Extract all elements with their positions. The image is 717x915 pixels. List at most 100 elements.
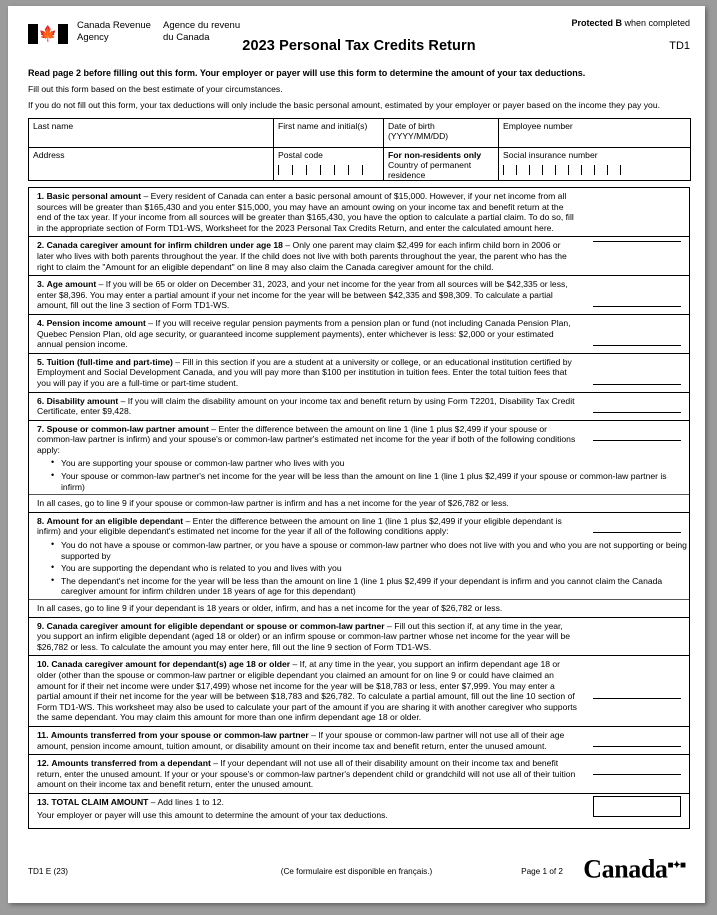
section-10: 10. Canada caregiver amount for dependan… xyxy=(29,656,689,727)
postal-code-label: Postal code xyxy=(278,150,323,160)
section-7-number: 7. xyxy=(37,423,45,434)
sin-label: Social insurance number xyxy=(503,150,598,160)
section-8-text: 8. Amount for an eligible dependant – En… xyxy=(29,515,584,538)
section-12-title: Amounts transferred from a dependant xyxy=(51,758,211,769)
section-5-number: 5. xyxy=(37,356,45,367)
section-7-title: Spouse or common-law partner amount xyxy=(46,423,209,434)
section-7: 7. Spouse or common-law partner amount –… xyxy=(29,421,689,496)
section-4-number: 4. xyxy=(37,317,45,328)
section-11-text: 11. Amounts transferred from your spouse… xyxy=(29,729,584,752)
first-name-label: First name and initial(s) xyxy=(278,121,368,131)
list-item: Your spouse or common-law partner's net … xyxy=(51,470,689,492)
section-13-number: 13. xyxy=(37,796,49,807)
section-6: 6. Disability amount – If you will claim… xyxy=(29,393,689,421)
section-9-text: 9. Canada caregiver amount for eligible … xyxy=(29,620,584,654)
section-7-text: 7. Spouse or common-law partner amount –… xyxy=(29,423,584,457)
section-11: 11. Amounts transferred from your spouse… xyxy=(29,727,689,756)
section-4: 4. Pension income amount – If you will r… xyxy=(29,315,689,354)
section-4-answer-line[interactable] xyxy=(593,344,681,346)
section-13-text: 13. TOTAL CLAIM AMOUNT – Add lines 1 to … xyxy=(29,796,584,809)
section-12-answer-line[interactable] xyxy=(593,774,681,776)
date-of-birth-field[interactable]: Date of birth (YYYY/MM/DD) xyxy=(383,118,499,148)
date-of-birth-label: Date of birth (YYYY/MM/DD) xyxy=(388,121,449,141)
sin-slots[interactable] xyxy=(503,164,687,175)
list-item: You are supporting the dependant who is … xyxy=(51,562,689,574)
protected-b-suffix: when completed xyxy=(621,18,690,28)
employee-number-field[interactable]: Employee number xyxy=(498,118,691,148)
section-9: 9. Canada caregiver amount for eligible … xyxy=(29,618,689,657)
section-6-number: 6. xyxy=(37,395,45,406)
section-7-bullets: You are supporting your spouse or common… xyxy=(29,458,689,492)
postal-code-field[interactable]: Postal code xyxy=(273,147,384,181)
document-sheet: 🍁 Canada Revenue Agency Agence du revenu… xyxy=(8,6,705,903)
section-3: 3. Age amount – If you will be 65 or old… xyxy=(29,276,689,315)
section-2-text: 2. Canada caregiver amount for infirm ch… xyxy=(29,239,584,273)
section-3-title: Age amount xyxy=(46,279,97,290)
lead-instruction-bold: Read page 2 before filling out this form… xyxy=(28,68,586,78)
section-3-body: – If you will be 65 or older on December… xyxy=(37,279,568,311)
section-2-number: 2. xyxy=(37,240,45,251)
employee-number-label: Employee number xyxy=(503,121,573,131)
claim-sections-box: 1. Basic personal amount – Every residen… xyxy=(28,187,690,829)
lead-instruction-2: If you do not fill out this form, your t… xyxy=(28,100,660,110)
section-13-title: TOTAL CLAIM AMOUNT xyxy=(51,796,149,807)
section-1-number: 1. xyxy=(37,191,45,201)
section-10-answer-line[interactable] xyxy=(593,698,681,700)
section-11-answer-line[interactable] xyxy=(593,745,681,747)
section-10-text: 10. Canada caregiver amount for dependan… xyxy=(29,658,584,724)
section-8-answer-line[interactable] xyxy=(593,531,681,533)
section-4-text: 4. Pension income amount – If you will r… xyxy=(29,317,584,351)
identity-row-2: Address Postal code For non-residents on… xyxy=(28,147,691,181)
page-number: Page 1 of 2 xyxy=(521,867,563,876)
section-5-answer-line[interactable] xyxy=(593,383,681,385)
section-3-text: 3. Age amount – If you will be 65 or old… xyxy=(29,278,584,312)
section-3-answer-line[interactable] xyxy=(593,306,681,308)
section-10-number: 10. xyxy=(37,659,49,670)
section-8-note-text: In all cases, go to line 9 if your depen… xyxy=(37,603,503,613)
section-7-note: In all cases, go to line 9 if your spous… xyxy=(29,495,689,513)
section-13-subtext: Your employer or payer will use this amo… xyxy=(37,809,388,820)
identity-row-1: Last name First name and initial(s) Date… xyxy=(28,118,691,148)
canada-wordmark-text: Canada xyxy=(583,854,668,884)
section-10-title: Canada caregiver amount for dependant(s)… xyxy=(51,659,291,670)
section-8-bullets: You do not have a spouse or common-law p… xyxy=(29,539,689,597)
section-7-answer-line[interactable] xyxy=(593,439,681,441)
list-item: You are supporting your spouse or common… xyxy=(51,458,689,469)
last-name-field[interactable]: Last name xyxy=(28,118,274,148)
list-item: The dependant's net income for the year … xyxy=(51,575,689,597)
section-5-title: Tuition (full-time and part-time) xyxy=(46,356,173,367)
section-9-title: Canada caregiver amount for eligible dep… xyxy=(46,620,385,631)
sin-field[interactable]: Social insurance number xyxy=(498,147,691,181)
section-6-text: 6. Disability amount – If you will claim… xyxy=(29,395,584,418)
section-9-number: 9. xyxy=(37,620,45,631)
section-3-number: 3. xyxy=(37,279,45,290)
canada-wordmark: Canada■✦■ xyxy=(583,851,686,885)
section-6-answer-line[interactable] xyxy=(593,411,681,413)
section-13: 13. TOTAL CLAIM AMOUNT – Add lines 1 to … xyxy=(29,794,689,828)
address-field[interactable]: Address xyxy=(28,147,274,181)
section-6-title: Disability amount xyxy=(46,395,119,406)
section-2-title: Canada caregiver amount for infirm child… xyxy=(46,240,283,251)
document-header: 🍁 Canada Revenue Agency Agence du revenu… xyxy=(28,18,690,62)
protected-b-label: Protected B when completed xyxy=(571,18,690,28)
postal-code-slots[interactable] xyxy=(278,164,380,175)
document-inner: 🍁 Canada Revenue Agency Agence du revenu… xyxy=(28,18,691,829)
page-root: 🍁 Canada Revenue Agency Agence du revenu… xyxy=(0,0,717,915)
section-7-note-text: In all cases, go to line 9 if your spous… xyxy=(37,498,509,509)
section-1-title: Basic personal amount xyxy=(46,191,142,201)
non-residents-field[interactable]: For non-residents only Country of perman… xyxy=(383,147,499,181)
section-1-text: 1. Basic personal amount – Every residen… xyxy=(29,190,584,234)
first-name-field[interactable]: First name and initial(s) xyxy=(273,118,384,148)
identity-table: Last name First name and initial(s) Date… xyxy=(28,118,691,181)
section-11-number: 11. xyxy=(37,729,49,740)
protected-b-bold: Protected B xyxy=(571,18,622,28)
section-4-title: Pension income amount xyxy=(46,317,146,328)
page-title: 2023 Personal Tax Credits Return xyxy=(242,38,476,54)
total-claim-amount-box[interactable] xyxy=(593,795,681,817)
section-2: 2. Canada caregiver amount for infirm ch… xyxy=(29,237,689,277)
canada-flag-wordmark-icon: ■✦■ xyxy=(667,860,686,871)
section-8-number: 8. xyxy=(37,515,45,526)
section-8-title: Amount for an eligible dependant xyxy=(46,515,184,526)
list-item: You do not have a spouse or common-law p… xyxy=(51,539,689,561)
section-5-text: 5. Tuition (full-time and part-time) – F… xyxy=(29,356,584,390)
